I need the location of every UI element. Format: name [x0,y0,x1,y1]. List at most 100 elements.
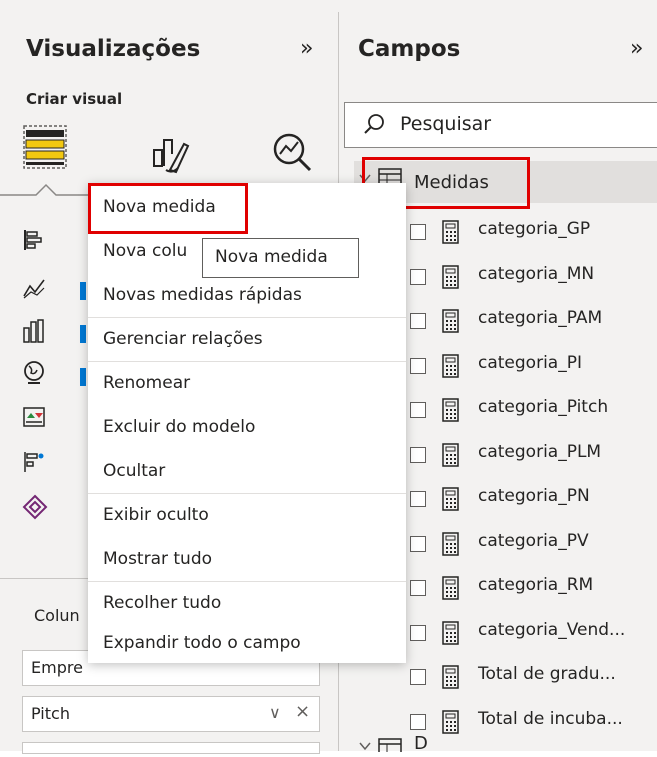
menu-item-label: Nova colu [103,241,188,261]
field-checkbox[interactable] [410,713,426,730]
ribbon-chart-icon[interactable] [22,318,46,344]
tooltip-text: Nova medida [215,247,328,267]
menu-item-label: Recolher tudo [103,593,222,613]
field-name: categoria_PAM [478,308,603,328]
field-item[interactable]: categoria_Pitch [410,392,657,432]
field-name: Total de incuba... [478,708,623,729]
menu-item-label: Gerenciar relações [103,329,263,349]
field-name: categoria_Pitch [478,397,609,417]
field-item[interactable]: categoria_PV [410,526,657,566]
field-item[interactable]: categoria_PN [410,481,657,521]
calculator-icon [442,353,459,378]
field-checkbox[interactable] [410,624,426,641]
collapse-visualizations-button[interactable]: » [300,36,313,61]
field-name: categoria_PLM [478,441,602,462]
field-item[interactable]: Total de incuba... [410,704,657,744]
field-checkbox[interactable] [410,491,426,507]
menu-item-excluir-do-modelo[interactable]: Excluir do modelo [88,407,406,451]
calculator-icon [442,576,459,600]
close-icon[interactable]: × [295,701,310,722]
field-item[interactable]: categoria_RM [410,570,657,610]
menu-item-label: Excluir do modelo [103,417,256,437]
line-chart-icon[interactable] [22,276,46,300]
stacked-bar-chart-icon[interactable] [22,228,46,252]
search-placeholder: Pesquisar [400,113,492,135]
menu-separator [88,317,406,318]
field-checkbox[interactable] [410,535,426,552]
fields-title: Campos [358,36,461,62]
visual-icon-fragment [80,368,86,386]
field-name: categoria_RM [478,575,594,595]
columns-well-label: Colun [34,606,80,625]
field-name: categoria_GP [478,219,591,239]
analytics-icon[interactable] [270,130,316,176]
field-item[interactable]: categoria_PLM [410,437,657,477]
menu-item-mostrar-tudo[interactable]: Mostrar tudo [88,539,406,583]
field-item[interactable]: categoria_PAM [410,303,657,343]
field-item[interactable]: categoria_MN [410,259,657,299]
build-visual-label: Criar visual [26,90,123,108]
field-name: Total de gradu... [478,664,616,684]
field-item[interactable]: categoria_Vend... [410,615,657,655]
field-name: categoria_Vend... [478,619,626,640]
visual-icon-fragment [80,282,86,300]
menu-item-novas-medidas-rapidas[interactable]: Novas medidas rápidas [88,275,406,319]
next-table-name: D [414,736,428,751]
field-item[interactable]: categoria_GP [410,214,657,254]
highlight-box-nova-medida [88,183,248,234]
field-checkbox[interactable] [410,268,426,285]
menu-separator [88,361,406,362]
build-visual-icon[interactable] [22,124,68,170]
field-checkbox[interactable] [410,224,426,240]
field-checkbox[interactable] [410,357,426,374]
collapse-fields-button[interactable]: » [630,36,643,61]
field-checkbox[interactable] [410,402,426,418]
menu-item-label: Expandir todo o campo [103,633,301,653]
menu-item-label: Exibir oculto [103,505,209,525]
menu-item-label: Novas medidas rápidas [103,285,302,305]
menu-item-renomear[interactable]: Renomear [88,363,406,407]
menu-separator [88,581,406,582]
calculator-icon [442,220,459,244]
calculator-icon [442,487,459,511]
menu-item-label: Renomear [103,373,191,393]
format-visual-icon[interactable] [150,130,192,174]
table-icon [378,738,402,752]
menu-item-expandir-todo-o-campo[interactable]: Expandir todo o campo [88,623,406,667]
visual-icon-fragment [80,325,86,343]
field-well-empty[interactable] [22,742,320,754]
map-icon[interactable] [22,360,46,386]
field-checkbox[interactable] [410,446,426,463]
calculator-icon [442,709,459,734]
calculator-icon [442,398,459,422]
calculator-icon [442,309,459,333]
search-icon [362,112,386,136]
field-name: categoria_MN [478,263,595,284]
chevron-down-icon[interactable]: ∨ [269,703,281,722]
field-checkbox[interactable] [410,313,426,329]
menu-item-label: Ocultar [103,461,166,481]
menu-item-label: Mostrar tudo [103,549,213,569]
kpi-icon[interactable] [22,405,46,429]
field-well-text: Empre [31,658,83,677]
field-name: categoria_PN [478,486,590,506]
search-input[interactable] [344,102,657,148]
menu-item-exibir-oculto[interactable]: Exibir oculto [88,495,406,539]
power-apps-icon[interactable] [22,494,48,520]
calculator-icon [442,442,459,467]
field-well-text: Pitch [31,704,70,723]
field-name: categoria_PI [478,352,582,373]
menu-item-ocultar[interactable]: Ocultar [88,451,406,495]
decomposition-tree-icon[interactable] [22,450,46,474]
calculator-icon [442,665,459,689]
field-well-pitch[interactable]: Pitch ∨ × [22,696,320,732]
calculator-icon [442,264,459,289]
chevron-down-icon[interactable] [358,738,372,752]
top-strip [0,0,657,12]
field-item[interactable]: Total de gradu... [410,659,657,699]
field-item[interactable]: categoria_PI [410,348,657,388]
menu-item-recolher-tudo[interactable]: Recolher tudo [88,583,406,627]
menu-item-gerenciar-relacoes[interactable]: Gerenciar relações [88,319,406,363]
field-checkbox[interactable] [410,669,426,685]
field-checkbox[interactable] [410,580,426,596]
